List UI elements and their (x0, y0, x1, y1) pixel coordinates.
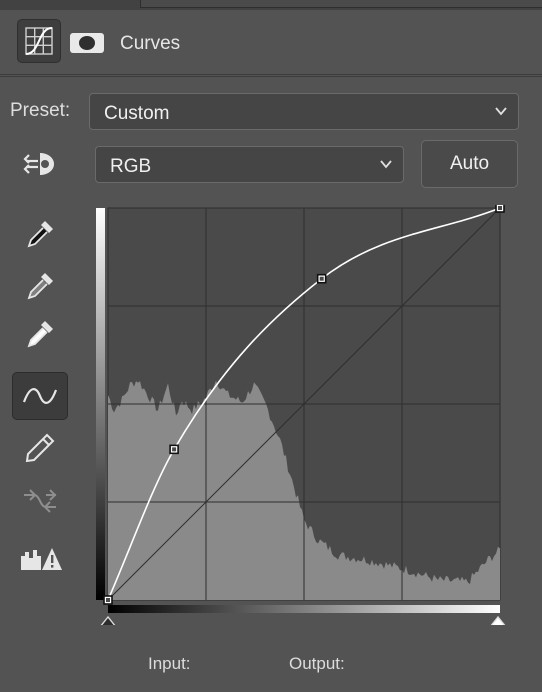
channel-value: RGB (110, 156, 152, 177)
panel-title: Curves (120, 33, 181, 54)
properties-header: Curves (0, 10, 542, 75)
layer-mask-icon[interactable] (70, 33, 104, 53)
curves-adjustment-icon[interactable] (17, 19, 61, 63)
sample-white-point-eyedropper-icon (27, 321, 53, 348)
curve-control-point-inner (319, 276, 324, 281)
curve-control-point-inner (106, 598, 110, 602)
smooth-curve-tool (12, 477, 68, 525)
curves-graph-canvas[interactable] (96, 203, 508, 628)
chevron-down-icon (495, 107, 507, 116)
input-label: Input: (148, 654, 191, 673)
mask-dot (79, 36, 95, 50)
target-adjust-tool-icon (23, 153, 54, 175)
black-input-slider[interactable] (98, 615, 118, 628)
curves-graph[interactable] (96, 203, 508, 628)
input-gradient-bar (108, 605, 500, 613)
output-label: Output: (289, 654, 345, 673)
curve-control-point-inner (498, 206, 502, 210)
preset-dropdown[interactable]: Custom (89, 93, 519, 130)
black-point-eyedropper[interactable] (12, 210, 68, 258)
target-adjust-tool[interactable] (12, 140, 68, 188)
tab-strip-edge (140, 0, 542, 8)
clipping-warning-icon (21, 548, 62, 570)
auto-button[interactable]: Auto (421, 140, 518, 188)
edit-points-curve-icon (22, 388, 58, 404)
white-point-eyedropper[interactable] (12, 310, 68, 358)
sample-gray-point-eyedropper-icon (27, 273, 53, 300)
output-gradient-bar (96, 208, 105, 600)
edit-points-tool[interactable] (12, 372, 68, 420)
channel-dropdown[interactable]: RGB (95, 146, 404, 183)
clipping-warning-tool[interactable] (12, 535, 68, 583)
smooth-curve-icon (24, 489, 57, 513)
header-divider (0, 76, 542, 77)
gray-point-eyedropper[interactable] (12, 262, 68, 310)
preset-label: Preset: (10, 100, 71, 121)
curve-control-point-inner (172, 447, 177, 452)
draw-pencil-icon (25, 433, 55, 463)
chevron-down-icon (380, 160, 392, 169)
preset-value: Custom (104, 103, 170, 124)
white-input-slider[interactable] (488, 615, 508, 628)
draw-pencil-tool[interactable] (12, 424, 68, 472)
sample-black-point-eyedropper-icon (27, 221, 53, 248)
